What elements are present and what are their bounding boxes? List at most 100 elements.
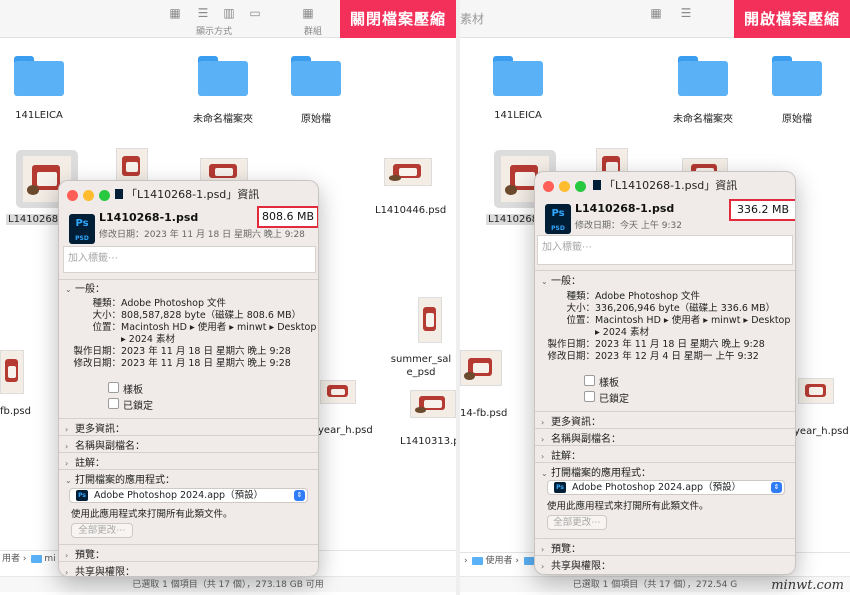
folder-icon[interactable] bbox=[291, 56, 341, 96]
psd-thumbnail[interactable] bbox=[384, 158, 432, 186]
folder-icon bbox=[31, 554, 43, 563]
file-label[interactable]: L1410446.psd bbox=[375, 205, 446, 216]
chevron-down-icon: ⌄ bbox=[65, 285, 72, 294]
zoom-button[interactable] bbox=[575, 181, 586, 192]
locked-checkbox[interactable] bbox=[584, 391, 595, 402]
icon-view-icon[interactable]: ▦ bbox=[646, 4, 666, 22]
section-preview[interactable]: › 預覽： bbox=[541, 540, 581, 555]
psd-thumbnail[interactable] bbox=[410, 390, 456, 418]
file-label[interactable]: 14-fb.psd bbox=[460, 408, 507, 419]
icon-view-icon[interactable]: ▦ bbox=[165, 4, 185, 22]
zoom-button[interactable] bbox=[99, 190, 110, 201]
folder-label[interactable]: 原始檔 bbox=[757, 110, 837, 125]
psd-thumbnail[interactable] bbox=[320, 380, 356, 404]
chevron-right-icon: › bbox=[541, 545, 545, 554]
minimize-button[interactable] bbox=[83, 190, 94, 201]
list-view-icon[interactable]: ☰ bbox=[676, 4, 696, 22]
section-open-with[interactable]: ⌄ 打開檔案的應用程式： bbox=[541, 464, 651, 479]
folder-label[interactable]: 未命名檔案夾 bbox=[663, 110, 743, 125]
group-label: 群組 bbox=[304, 27, 323, 37]
section-preview[interactable]: › 預覽： bbox=[65, 546, 105, 561]
group-icon[interactable]: ▦ bbox=[298, 4, 318, 22]
window-title: 素材 bbox=[460, 12, 485, 26]
photoshop-app-icon: Ps bbox=[554, 482, 566, 493]
folder-icon[interactable] bbox=[198, 56, 248, 96]
folder-label[interactable]: 141LEICA bbox=[0, 110, 78, 121]
finder-toolbar: ▦ ☰ ▥ ▭ ▦ 顯示方式 群組 關閉檔案壓縮 bbox=[0, 0, 456, 38]
chevron-right-icon: › bbox=[541, 452, 545, 461]
psd-thumbnail[interactable] bbox=[460, 350, 502, 386]
folder-label[interactable]: 未命名檔案夾 bbox=[183, 110, 263, 125]
psd-thumbnail[interactable] bbox=[0, 350, 24, 394]
open-with-app-select[interactable]: Ps Adobe Photoshop 2024.app（預設） ⇕ bbox=[69, 488, 308, 503]
get-info-window-right: 「L1410268-1.psd」資訊 Ps PSD L1410268-1.psd … bbox=[534, 171, 796, 575]
divider bbox=[59, 544, 318, 545]
info-row: 大小：808,587,828 byte（磁碟上 808.6 MB） bbox=[92, 310, 302, 321]
divider bbox=[535, 445, 795, 446]
section-comments[interactable]: › 註解： bbox=[541, 447, 581, 462]
file-label[interactable]: summer_sale_psd bbox=[388, 353, 454, 379]
path-folder[interactable]: mi bbox=[44, 554, 55, 564]
tags-field[interactable]: 加入標籤⋯ bbox=[63, 246, 316, 273]
change-all-button[interactable]: 全部更改⋯ bbox=[547, 515, 607, 530]
chevron-right-icon: › bbox=[65, 568, 69, 577]
gallery-view-icon[interactable]: ▭ bbox=[245, 4, 265, 22]
section-sharing[interactable]: › 共享與權限： bbox=[65, 563, 135, 577]
section-open-with[interactable]: ⌄ 打開檔案的應用程式： bbox=[65, 471, 175, 486]
file-label[interactable]: year_h.psd bbox=[794, 426, 849, 437]
list-view-icon[interactable]: ☰ bbox=[193, 4, 213, 22]
section-name-extension[interactable]: › 名稱與副檔名： bbox=[541, 430, 621, 445]
psd-thumbnail[interactable] bbox=[418, 297, 442, 343]
template-checkbox[interactable] bbox=[108, 382, 119, 393]
chevron-right-icon: › bbox=[65, 459, 69, 468]
path-user[interactable]: 使用者 bbox=[485, 556, 512, 566]
info-row: 修改日期：2023 年 11 月 18 日 星期六 晚上 9:28 bbox=[73, 358, 291, 369]
template-checkbox[interactable] bbox=[584, 375, 595, 386]
open-with-app-select[interactable]: Ps Adobe Photoshop 2024.app（預設） ⇕ bbox=[547, 480, 785, 495]
path-user[interactable]: 用者 bbox=[2, 554, 20, 564]
close-button[interactable] bbox=[67, 190, 78, 201]
window-title: 「L1410268-1.psd」資訊 bbox=[593, 177, 737, 193]
info-row: ▸ 2024 素材 bbox=[595, 327, 649, 338]
section-general[interactable]: ⌄ 一般： bbox=[541, 272, 581, 287]
chevron-icon: › bbox=[22, 554, 30, 564]
folder-label[interactable]: 141LEICA bbox=[478, 110, 558, 121]
use-app-note: 使用此應用程式來打開所有此類文件。 bbox=[547, 501, 709, 512]
file-label[interactable]: year_h.psd bbox=[318, 425, 373, 436]
psd-doc-icon bbox=[115, 189, 123, 199]
file-name: L1410268-1.psd bbox=[99, 211, 199, 224]
use-app-note: 使用此應用程式來打開所有此類文件。 bbox=[71, 509, 233, 520]
file-label[interactable]: L1410313.ps bbox=[400, 436, 456, 447]
modified-summary: 修改日期：2023 年 11 月 18 日 星期六 晚上 9:28 bbox=[99, 230, 305, 240]
photoshop-app-icon: Ps bbox=[76, 490, 88, 501]
section-name-extension[interactable]: › 名稱與副檔名： bbox=[65, 437, 145, 452]
folder-icon[interactable] bbox=[772, 56, 822, 96]
column-view-icon[interactable]: ▥ bbox=[219, 4, 239, 22]
locked-checkbox[interactable] bbox=[108, 398, 119, 409]
chevron-right-icon: › bbox=[65, 425, 69, 434]
section-more-info[interactable]: › 更多資訊： bbox=[541, 413, 601, 428]
folder-icon[interactable] bbox=[14, 56, 64, 96]
info-row: ▸ 2024 素材 bbox=[121, 334, 175, 345]
divider bbox=[59, 469, 318, 470]
chevron-right-icon: › bbox=[541, 418, 545, 427]
minimize-button[interactable] bbox=[559, 181, 570, 192]
folder-label[interactable]: 原始檔 bbox=[276, 110, 356, 125]
get-info-window-left: 「L1410268-1.psd」資訊 Ps PSD L1410268-1.psd … bbox=[58, 180, 319, 577]
info-row: 位置：Macintosh HD ▸ 使用者 ▸ minwt ▸ Desktop bbox=[92, 322, 317, 333]
folder-icon[interactable] bbox=[678, 56, 728, 96]
section-sharing[interactable]: › 共享與權限： bbox=[541, 557, 611, 572]
close-button[interactable] bbox=[543, 181, 554, 192]
divider bbox=[59, 452, 318, 453]
divider bbox=[535, 411, 795, 412]
change-all-button[interactable]: 全部更改⋯ bbox=[71, 523, 133, 538]
tags-field[interactable]: 加入標籤⋯ bbox=[537, 235, 793, 265]
section-comments[interactable]: › 註解： bbox=[65, 454, 105, 469]
section-more-info[interactable]: › 更多資訊： bbox=[65, 420, 125, 435]
divider bbox=[535, 462, 795, 463]
psd-thumbnail[interactable] bbox=[798, 378, 834, 404]
folder-icon[interactable] bbox=[493, 56, 543, 96]
section-general[interactable]: ⌄ 一般： bbox=[65, 280, 105, 295]
file-label[interactable]: fb.psd bbox=[0, 406, 31, 417]
status-bar: 已選取 1 個項目（共 17 個），273.18 GB 可用 bbox=[0, 576, 456, 592]
